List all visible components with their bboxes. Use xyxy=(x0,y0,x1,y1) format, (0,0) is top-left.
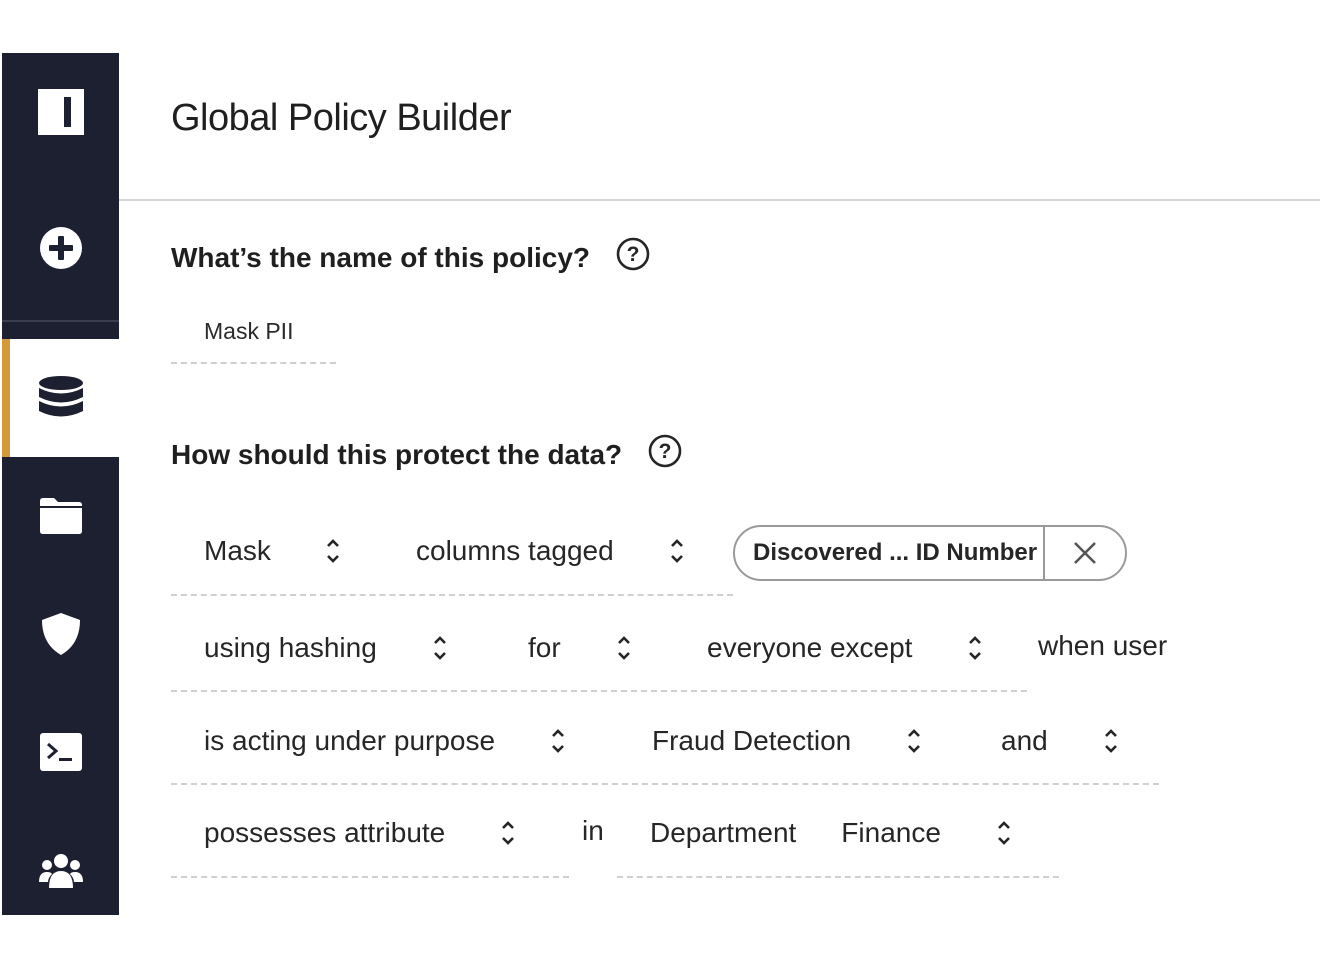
logo-icon xyxy=(37,89,84,135)
remove-tag-button[interactable] xyxy=(1045,527,1125,579)
policy-name-section-title: What’s the name of this policy? ? xyxy=(171,237,650,278)
policy-name-input[interactable] xyxy=(171,300,336,364)
condition-select[interactable]: is acting under purpose xyxy=(204,725,566,757)
sidebar xyxy=(2,53,119,915)
purpose-select-value: Fraud Detection xyxy=(652,725,852,756)
row4-underline-right xyxy=(617,876,1059,878)
in-text: in xyxy=(582,815,604,846)
target-select-value: columns tagged xyxy=(416,535,614,566)
purpose-select[interactable]: Fraud Detection xyxy=(652,725,922,757)
sidebar-item-projects[interactable] xyxy=(2,457,119,575)
attribute-key: Department xyxy=(650,817,797,848)
database-icon xyxy=(38,376,83,417)
header-divider xyxy=(119,199,1320,201)
help-icon[interactable]: ? xyxy=(616,237,650,278)
action-select[interactable]: Mask xyxy=(204,535,341,567)
sidebar-item-people[interactable] xyxy=(2,811,119,929)
method-select[interactable]: using hashing xyxy=(204,632,448,664)
sidebar-divider xyxy=(2,320,119,322)
sort-chevrons-icon xyxy=(617,636,630,660)
sort-chevrons-icon xyxy=(502,821,515,845)
row2-underline xyxy=(171,690,1027,692)
sidebar-item-add[interactable] xyxy=(2,183,119,313)
conjunction-select-value: and xyxy=(1001,725,1048,756)
tag-chip-label: Discovered ... ID Number xyxy=(753,539,1038,566)
protection-section-title: How should this protect the data? ? xyxy=(171,434,682,475)
plus-circle-icon xyxy=(39,227,82,269)
row1-underline xyxy=(171,594,733,596)
action-select-value: Mask xyxy=(204,535,271,566)
sidebar-item-data-sources[interactable] xyxy=(2,339,119,457)
method-select-value: using hashing xyxy=(204,632,377,663)
protection-question: How should this protect the data? xyxy=(171,438,623,470)
sort-chevrons-icon xyxy=(670,539,683,563)
sort-chevrons-icon xyxy=(1104,729,1117,753)
svg-text:?: ? xyxy=(627,243,640,266)
for-select-value: for xyxy=(528,632,561,663)
policy-name-question: What’s the name of this policy? xyxy=(171,241,591,273)
scope-select[interactable]: everyone except xyxy=(707,632,983,664)
sort-chevrons-icon xyxy=(326,539,339,563)
folder-icon xyxy=(39,498,82,534)
sort-chevrons-icon xyxy=(969,636,982,660)
sort-chevrons-icon xyxy=(998,821,1010,845)
help-icon[interactable]: ? xyxy=(648,434,682,475)
svg-text:?: ? xyxy=(659,440,672,463)
for-select[interactable]: for xyxy=(528,632,632,664)
condition-select-value: is acting under purpose xyxy=(204,725,496,756)
shield-icon xyxy=(41,613,80,655)
sort-chevrons-icon xyxy=(433,636,446,660)
scope-select-value: everyone except xyxy=(707,632,913,663)
attribute-condition-select-value: possesses attribute xyxy=(204,817,446,848)
users-icon xyxy=(38,854,83,888)
sidebar-item-logo[interactable] xyxy=(2,53,119,171)
tag-chip: Discovered ... ID Number xyxy=(733,525,1127,581)
terminal-icon xyxy=(39,733,82,771)
attribute-value: Finance xyxy=(841,817,941,848)
sort-chevrons-icon xyxy=(552,729,564,753)
conjunction-select[interactable]: and xyxy=(1001,725,1119,757)
attribute-condition-select[interactable]: possesses attribute xyxy=(204,817,516,849)
sidebar-item-policies[interactable] xyxy=(2,575,119,693)
when-user-text: when user xyxy=(1038,630,1168,661)
close-icon xyxy=(1074,542,1096,564)
page-title: Global Policy Builder xyxy=(171,97,512,139)
target-select[interactable]: columns tagged xyxy=(416,535,685,567)
row4-underline-left xyxy=(171,876,569,878)
attribute-select[interactable]: Department Finance xyxy=(650,817,1012,849)
sort-chevrons-icon xyxy=(908,729,921,753)
sidebar-item-query-editor[interactable] xyxy=(2,693,119,811)
row3-underline xyxy=(171,783,1159,785)
